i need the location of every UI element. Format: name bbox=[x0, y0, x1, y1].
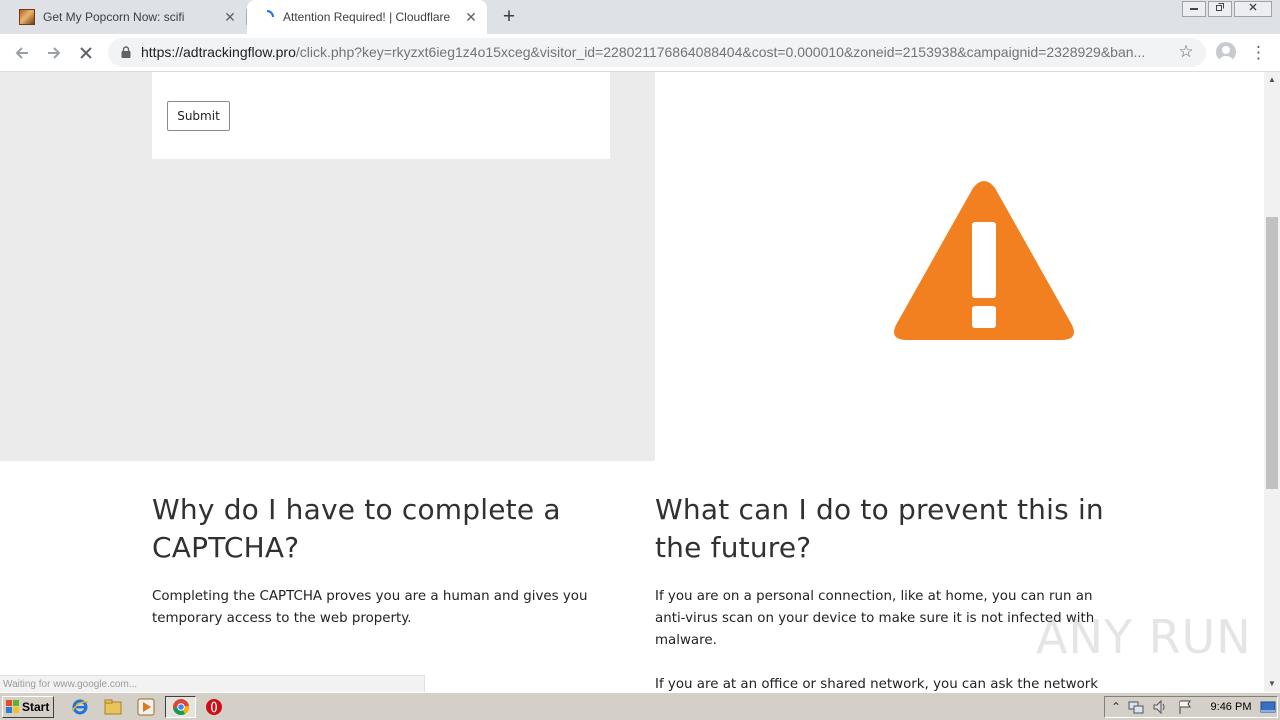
windows-taskbar: Start ⌃ 9:46 PM bbox=[0, 692, 1280, 720]
lock-icon bbox=[121, 46, 131, 58]
captcha-panel: Submit bbox=[0, 72, 655, 461]
stop-icon bbox=[80, 47, 92, 59]
system-tray: ⌃ 9:46 PM bbox=[1104, 696, 1278, 718]
close-icon bbox=[1249, 3, 1257, 11]
network-icon[interactable] bbox=[1128, 699, 1144, 715]
volume-icon[interactable] bbox=[1152, 699, 1168, 715]
close-tab-icon[interactable]: ✕ bbox=[463, 9, 479, 25]
chrome-icon bbox=[173, 699, 189, 715]
show-hidden-icons-icon[interactable]: ⌃ bbox=[1108, 699, 1124, 715]
restore-button[interactable] bbox=[1208, 1, 1232, 17]
close-tab-icon[interactable]: ✕ bbox=[222, 9, 238, 25]
browser-menu-icon[interactable]: ⋮ bbox=[1250, 41, 1267, 65]
warning-icon bbox=[894, 181, 1074, 340]
scroll-down-arrow-icon[interactable]: ▼ bbox=[1264, 676, 1280, 692]
minimize-button[interactable] bbox=[1182, 1, 1206, 17]
prevent-heading: What can I do to prevent this in the fut… bbox=[655, 493, 1104, 564]
start-button[interactable]: Start bbox=[2, 696, 54, 718]
show-desktop-icon[interactable] bbox=[1260, 699, 1276, 715]
vertical-scrollbar[interactable]: ▲ ▼ bbox=[1264, 72, 1280, 692]
anyrun-watermark: ANY RUN bbox=[1036, 610, 1252, 664]
bookmark-star-icon[interactable]: ☆ bbox=[1176, 42, 1196, 62]
tab-popcorn[interactable]: Get My Popcorn Now: scifi ✕ bbox=[0, 0, 246, 34]
arrow-right-icon bbox=[48, 47, 61, 59]
tab-strip: Get My Popcorn Now: scifi ✕ Attention Re… bbox=[0, 0, 1280, 34]
forward-button[interactable] bbox=[42, 41, 66, 65]
file-explorer-icon[interactable] bbox=[104, 698, 122, 716]
url-host: https://adtrackingflow.pro bbox=[141, 44, 296, 60]
url-text[interactable]: https://adtrackingflow.pro/click.php?key… bbox=[141, 38, 1176, 67]
profile-avatar-icon[interactable] bbox=[1216, 42, 1236, 62]
why-captcha-text: Completing the CAPTCHA proves you are a … bbox=[152, 589, 588, 626]
close-window-button[interactable] bbox=[1234, 1, 1272, 17]
browser-toolbar: https://adtrackingflow.pro/click.php?key… bbox=[0, 34, 1280, 72]
prevent-text-office: If you are at an office or shared networ… bbox=[655, 677, 1099, 692]
address-bar[interactable]: https://adtrackingflow.pro/click.php?key… bbox=[108, 38, 1206, 67]
why-captcha-section: Why do I have to complete a CAPTCHA? Com… bbox=[152, 491, 612, 630]
submit-button[interactable]: Submit bbox=[167, 101, 230, 131]
stop-loading-button[interactable] bbox=[74, 41, 98, 65]
scroll-up-arrow-icon[interactable]: ▲ bbox=[1264, 72, 1280, 88]
arrow-left-icon bbox=[15, 47, 28, 59]
media-player-icon[interactable] bbox=[137, 698, 155, 716]
internet-explorer-icon[interactable] bbox=[71, 698, 89, 716]
status-bubble: Waiting for www.google.com... bbox=[0, 675, 425, 692]
start-label: Start bbox=[22, 700, 50, 714]
windows-logo-icon bbox=[6, 700, 19, 713]
tab-title: Get My Popcorn Now: scifi bbox=[43, 10, 185, 24]
taskbar-clock[interactable]: 9:46 PM bbox=[1206, 697, 1256, 717]
restore-icon bbox=[1216, 3, 1224, 11]
url-path: /click.php?key=rkyzxt6ieg1z4o15xceg&visi… bbox=[295, 44, 1146, 60]
chrome-taskbar-button[interactable] bbox=[165, 696, 196, 718]
back-button[interactable] bbox=[10, 41, 34, 65]
tab-cloudflare[interactable]: Attention Required! | Cloudflare ✕ bbox=[247, 0, 487, 34]
opera-icon[interactable] bbox=[205, 698, 223, 716]
page-viewport: Submit Why do I have to complete a CAPTC… bbox=[0, 72, 1264, 692]
action-center-flag-icon[interactable] bbox=[1177, 699, 1193, 715]
scrollbar-thumb[interactable] bbox=[1266, 217, 1278, 489]
screen: Get My Popcorn Now: scifi ✕ Attention Re… bbox=[0, 0, 1280, 720]
captcha-form-card: Submit bbox=[152, 72, 610, 159]
popcorn-thumbnail-icon bbox=[19, 9, 35, 25]
loading-spinner-icon bbox=[259, 9, 275, 25]
person-icon bbox=[1219, 46, 1233, 62]
why-captcha-heading: Why do I have to complete a CAPTCHA? bbox=[152, 493, 561, 564]
tab-title: Attention Required! | Cloudflare bbox=[283, 10, 451, 24]
new-tab-button[interactable]: + bbox=[498, 6, 520, 27]
minimize-icon bbox=[1190, 8, 1198, 10]
